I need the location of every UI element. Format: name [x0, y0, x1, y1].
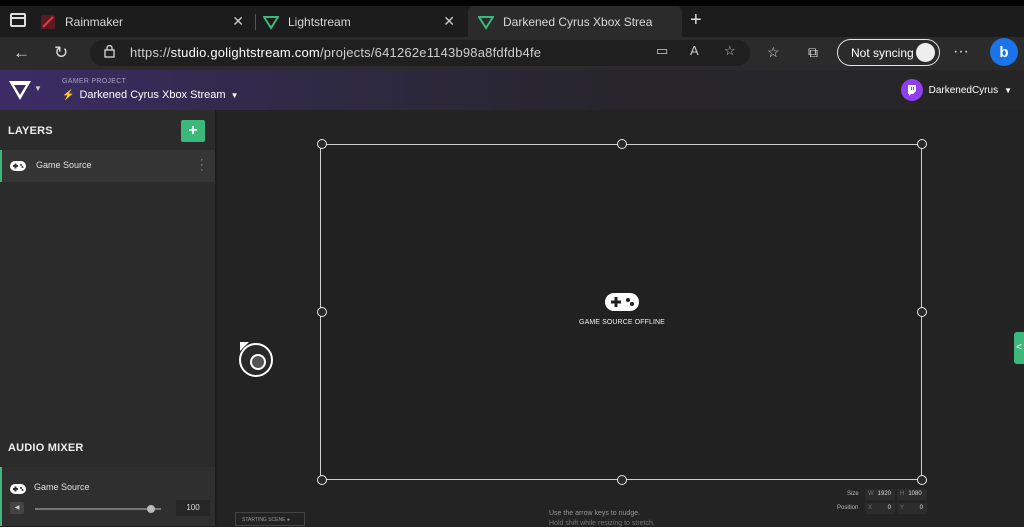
url-text: https://studio.golightstream.com/project… [130, 45, 542, 60]
sync-label: Not syncing [851, 46, 914, 60]
tab-title: Rainmaker [65, 14, 124, 29]
url-field[interactable]: https://studio.golightstream.com/project… [90, 40, 750, 66]
chevron-down-icon: ▼ [1004, 85, 1012, 95]
username: DarkenedCyrus [928, 84, 999, 96]
sync-button[interactable]: Not syncing [837, 39, 940, 66]
stage-area: GAME SOURCE OFFLINE < Size W 1920 H 1080 P… [217, 110, 1024, 527]
twitch-icon [900, 79, 923, 101]
info-icon: ● [286, 517, 290, 523]
gamepad-icon [605, 293, 639, 311]
width-field[interactable]: W 1920 [865, 489, 895, 500]
volume-slider[interactable] [35, 505, 161, 513]
lightstream-favicon-icon [263, 15, 279, 30]
project-name: Darkened Cyrus Xbox Stream [79, 89, 226, 101]
new-tab-button[interactable]: + [690, 9, 702, 32]
mixer-source-name: Game Source [34, 482, 90, 492]
tab-rainmaker[interactable]: Rainmaker ✕ [40, 6, 254, 37]
address-bar: ← ↻ https://studio.golightstream.com/pro… [0, 37, 1024, 70]
height-field[interactable]: H 1080 [897, 489, 927, 500]
position-label: Position [837, 505, 859, 511]
add-layer-button[interactable]: + [181, 120, 205, 142]
scene-canvas[interactable]: GAME SOURCE OFFLINE [320, 144, 922, 480]
tab-lightstream[interactable]: Lightstream ✕ [263, 6, 465, 37]
project-type: GAMER PROJECT [62, 78, 127, 85]
tab-title: Lightstream [288, 14, 351, 29]
bing-chat-button[interactable]: b [990, 38, 1018, 66]
collections-icon[interactable]: ⧉ [808, 44, 818, 61]
audio-mixer-title: AUDIO MIXER [8, 442, 84, 454]
tab-darkened-cyrus[interactable]: Darkened Cyrus Xbox Stream - L [468, 6, 682, 37]
cursor-arrow-icon [240, 342, 249, 351]
close-tab-icon[interactable]: ✕ [443, 13, 455, 30]
chevron-down-icon: ▼ [230, 90, 239, 100]
lock-icon [104, 45, 115, 58]
gamepad-icon [10, 161, 26, 171]
user-menu[interactable]: DarkenedCyrus ▼ [900, 79, 1012, 101]
position-y-field[interactable]: Y0 [897, 503, 927, 514]
resize-handle-bottom-left[interactable] [317, 475, 327, 485]
expand-panel-tab[interactable]: < [1014, 332, 1024, 364]
nudge-hint: Use the arrow keys to nudge. [549, 510, 641, 517]
bolt-icon: ⚡ [62, 89, 75, 101]
layers-title: LAYERS [8, 125, 53, 137]
lightstream-logo-icon[interactable] [8, 79, 32, 101]
more-options-icon[interactable]: ··· [953, 43, 969, 61]
close-tab-icon[interactable]: ✕ [232, 13, 244, 30]
browser-tab-bar: Rainmaker ✕ Lightstream ✕ Darkened Cyrus… [0, 0, 1024, 37]
layer-name: Game Source [36, 160, 92, 170]
volume-slider-thumb[interactable] [147, 505, 156, 513]
position-x-field[interactable]: X0 [865, 503, 895, 514]
scene-selector[interactable]: STARTING SCENE ● [235, 512, 305, 526]
refresh-icon[interactable]: ↻ [54, 43, 68, 63]
resize-handle-top-left[interactable] [317, 139, 327, 149]
gamepad-icon [10, 484, 26, 494]
mute-icon[interactable]: ◀ [10, 502, 24, 514]
resize-handle-top-right[interactable] [917, 139, 927, 149]
favorites-icon[interactable]: ☆ [767, 44, 780, 61]
left-sidebar: LAYERS + Game Source · · · AUDIO MIXER Gam… [0, 110, 216, 526]
profile-avatar [916, 43, 935, 62]
resize-handle-top[interactable] [617, 139, 627, 149]
layer-menu-icon[interactable]: · · · [200, 155, 204, 176]
read-aloud-icon[interactable]: A [690, 43, 699, 58]
rainmaker-favicon-icon [41, 14, 55, 29]
video-icon[interactable]: ▭ [656, 43, 668, 59]
resize-handle-bottom[interactable] [617, 475, 627, 485]
chevron-down-icon[interactable]: ▼ [34, 84, 42, 93]
resize-handle-bottom-right[interactable] [917, 475, 927, 485]
project-selector[interactable]: ⚡ Darkened Cyrus Xbox Stream ▼ [62, 89, 239, 101]
lightstream-favicon-icon [478, 15, 494, 30]
layer-item[interactable]: Game Source · · · [0, 150, 215, 182]
offline-placeholder: GAME SOURCE OFFLINE [551, 293, 693, 326]
tab-title: Darkened Cyrus Xbox Stream - L [503, 14, 653, 29]
tab-divider [255, 14, 256, 30]
tab-actions-icon[interactable] [10, 13, 26, 27]
resize-handle-left[interactable] [317, 307, 327, 317]
back-icon[interactable]: ← [13, 43, 30, 63]
mixer-item: Game Source ◀ 100 [0, 467, 215, 526]
app-header: ▼ GAMER PROJECT ⚡ Darkened Cyrus Xbox St… [0, 70, 1024, 110]
scene-name: STARTING SCENE [242, 517, 286, 523]
resize-handle-right[interactable] [917, 307, 927, 317]
size-label: Size [847, 491, 859, 497]
volume-value[interactable]: 100 [176, 500, 210, 516]
favorite-add-icon[interactable]: ☆ [724, 43, 736, 59]
offline-label: GAME SOURCE OFFLINE [579, 319, 665, 326]
